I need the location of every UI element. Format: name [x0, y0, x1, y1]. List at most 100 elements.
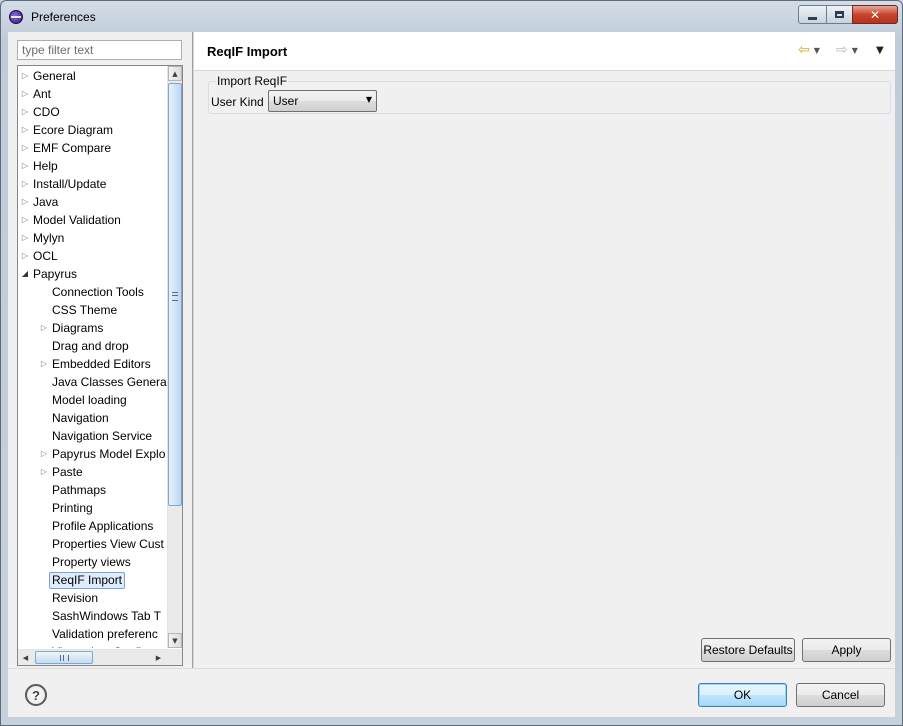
chevron-down-icon[interactable]: ▼ — [814, 46, 820, 55]
tree-item[interactable]: Model loading — [18, 391, 167, 409]
tree-item[interactable]: ▷ EMF Compare — [18, 139, 167, 157]
tree-item-label: Revision — [52, 591, 99, 605]
forward-button[interactable]: ⇨ ▼ — [836, 42, 858, 58]
collapsed-arrow-icon[interactable]: ▷ — [20, 121, 30, 139]
help-icon[interactable]: ? — [25, 684, 47, 706]
tree-item[interactable]: SashWindows Tab T — [18, 607, 167, 625]
tree-item[interactable]: ▷ Embedded Editors — [18, 355, 167, 373]
tree-item[interactable]: ▷ Ant — [18, 85, 167, 103]
minimize-button[interactable] — [798, 5, 827, 24]
tree-item[interactable]: Validation preferenc — [18, 625, 167, 643]
collapsed-arrow-icon[interactable]: ▷ — [20, 193, 30, 211]
tree-item-label: Mylyn — [33, 231, 65, 245]
tree-item[interactable]: ▷ Diagrams — [18, 319, 167, 337]
tree-item[interactable]: Pathmaps — [18, 481, 167, 499]
tree-item[interactable]: Drag and drop — [18, 337, 167, 355]
minimize-icon — [808, 16, 817, 20]
preference-page: ReqIF Import ⇦ ▼ ⇨ ▼ ▼ Import ReqIF User… — [194, 32, 895, 668]
tree-item-label: Java — [33, 195, 59, 209]
page-title: ReqIF Import — [207, 44, 288, 59]
tree-item[interactable]: ▷ General — [18, 67, 167, 85]
tree-item[interactable]: ◢ Papyrus — [18, 265, 167, 283]
tree-item[interactable]: ▷ Model Validation — [18, 211, 167, 229]
tree-horizontal-scrollbar[interactable]: ◀ ▶ — [18, 649, 167, 665]
dialog-client-area: ▷General▷Ant▷CDO▷Ecore Diagram▷EMF Compa… — [8, 32, 895, 717]
tree-item[interactable]: ▷ Java — [18, 193, 167, 211]
tree-item[interactable]: Printing — [18, 499, 167, 517]
expanded-arrow-icon[interactable]: ◢ — [20, 265, 30, 283]
title-bar[interactable]: Preferences ✕ — [1, 1, 902, 33]
tree-item-label: Connection Tools — [52, 285, 144, 299]
tree-item-label: Profile Applications — [52, 519, 154, 533]
collapsed-arrow-icon[interactable]: ▷ — [39, 355, 49, 373]
tree-item-label: Ecore Diagram — [33, 123, 114, 137]
tree-item[interactable]: ▷ Ecore Diagram — [18, 121, 167, 139]
scroll-right-button[interactable]: ▶ — [151, 650, 166, 665]
tree-item[interactable]: Viewpoints Configur — [18, 643, 167, 648]
collapsed-arrow-icon[interactable]: ▷ — [20, 139, 30, 157]
tree-item[interactable]: ▷ OCL — [18, 247, 167, 265]
tree-item[interactable]: ▷ CDO — [18, 103, 167, 121]
tree-item-label: EMF Compare — [33, 141, 112, 155]
tree-item[interactable]: ReqIF Import — [18, 571, 167, 589]
view-menu-button[interactable]: ▼ — [876, 42, 884, 58]
tree-item[interactable]: Navigation Service — [18, 427, 167, 445]
eclipse-icon — [9, 10, 23, 24]
tree-items: ▷ General ▷ Ant ▷ CDO ▷ Ecore Diagram ▷ EMF Compa… — [18, 66, 167, 648]
dialog-footer: ? OK Cancel — [8, 668, 895, 718]
maximize-button[interactable] — [826, 5, 853, 24]
collapsed-arrow-icon[interactable]: ▷ — [20, 67, 30, 85]
tree-item-label: Paste — [52, 465, 83, 479]
tree-item[interactable]: Properties View Cust — [18, 535, 167, 553]
tree-vertical-scrollbar[interactable]: ▲ ▼ — [167, 66, 182, 648]
back-button[interactable]: ⇦ ▼ — [798, 42, 820, 58]
tree-item[interactable]: ▷ Papyrus Model Explo — [18, 445, 167, 463]
collapsed-arrow-icon[interactable]: ▷ — [39, 319, 49, 337]
tree-item[interactable]: Revision — [18, 589, 167, 607]
tree-item[interactable]: Java Classes Generat — [18, 373, 167, 391]
tree-item-label: Printing — [52, 501, 93, 515]
tree-item-label: Ant — [33, 87, 52, 101]
collapsed-arrow-icon[interactable]: ▷ — [39, 445, 49, 463]
restore-defaults-button[interactable]: Restore Defaults — [701, 638, 795, 662]
tree-item[interactable]: Connection Tools — [18, 283, 167, 301]
cancel-button[interactable]: Cancel — [796, 683, 885, 707]
collapsed-arrow-icon[interactable]: ▷ — [20, 85, 30, 103]
collapsed-arrow-icon[interactable]: ▷ — [39, 463, 49, 481]
tree-item[interactable]: Property views — [18, 553, 167, 571]
collapsed-arrow-icon[interactable]: ▷ — [20, 175, 30, 193]
collapsed-arrow-icon[interactable]: ▷ — [20, 247, 30, 265]
apply-button[interactable]: Apply — [802, 638, 891, 662]
tree-item[interactable]: CSS Theme — [18, 301, 167, 319]
tree-item[interactable]: ▷ Paste — [18, 463, 167, 481]
horizontal-scroll-thumb[interactable] — [35, 651, 93, 664]
collapsed-arrow-icon[interactable]: ▷ — [20, 229, 30, 247]
tree-item-label: Properties View Cust — [52, 537, 164, 551]
tree-item[interactable]: Profile Applications — [18, 517, 167, 535]
scroll-down-button[interactable]: ▼ — [168, 633, 182, 648]
tree-item[interactable]: ▷ Install/Update — [18, 175, 167, 193]
collapsed-arrow-icon[interactable]: ▷ — [20, 157, 30, 175]
tree-item-label: CDO — [33, 105, 60, 119]
view-menu-icon: ▼ — [876, 44, 884, 56]
tree-item[interactable]: ▷ Mylyn — [18, 229, 167, 247]
scroll-up-button[interactable]: ▲ — [168, 66, 182, 81]
collapsed-arrow-icon[interactable]: ▷ — [20, 103, 30, 121]
page-header: ReqIF Import ⇦ ▼ ⇨ ▼ ▼ — [194, 32, 895, 71]
collapsed-arrow-icon[interactable]: ▷ — [20, 211, 30, 229]
tree-item-label: Diagrams — [52, 321, 104, 335]
user-kind-select[interactable]: User ▼ — [268, 90, 377, 112]
ok-button[interactable]: OK — [698, 683, 787, 707]
tree-item-label: Install/Update — [33, 177, 107, 191]
chevron-down-icon[interactable]: ▼ — [852, 46, 858, 55]
scroll-left-button[interactable]: ◀ — [18, 650, 33, 665]
close-button[interactable]: ✕ — [852, 5, 898, 24]
vertical-scroll-thumb[interactable] — [168, 83, 182, 506]
scroll-corner — [167, 649, 182, 665]
maximize-icon — [835, 11, 844, 18]
filter-input[interactable] — [17, 40, 182, 60]
tree-item-label: Navigation Service — [52, 429, 153, 443]
tree-item[interactable]: Navigation — [18, 409, 167, 427]
tree-item-label: Java Classes Generat — [52, 375, 167, 389]
tree-item[interactable]: ▷ Help — [18, 157, 167, 175]
